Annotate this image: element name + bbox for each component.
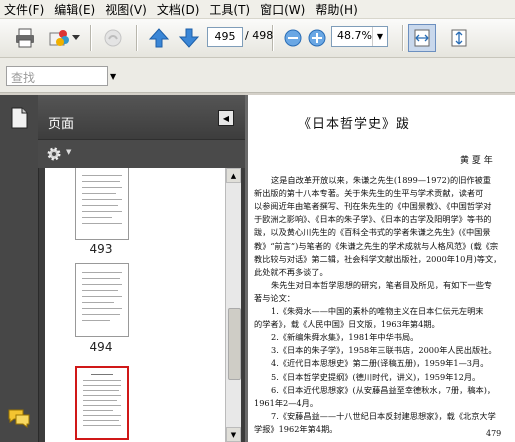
zoom-value: 48.7% [337, 29, 372, 42]
fit-page-icon [451, 29, 467, 47]
pages-panel-header: 页面 ◀ [38, 95, 245, 139]
find-input[interactable]: 查找 [6, 66, 108, 86]
share-icon [49, 30, 69, 46]
printer-icon [16, 28, 34, 48]
fit-width-button[interactable] [408, 24, 436, 52]
hand-icon [104, 29, 122, 47]
scroll-down-arrow[interactable]: ▼ [226, 427, 241, 442]
page-thumbnail-493[interactable] [75, 168, 129, 240]
arrow-up-icon [148, 28, 170, 48]
page-thumbnail-494[interactable] [75, 263, 129, 337]
zoom-select[interactable]: 48.7% ▼ [331, 26, 388, 47]
chevron-down-icon[interactable]: ▼ [66, 148, 71, 156]
next-page-button[interactable] [176, 25, 202, 51]
toolbar-separator [136, 25, 137, 51]
document-author: 黄 夏 年 [460, 156, 493, 166]
menu-help[interactable]: 帮助(H) [311, 1, 363, 18]
sign-button[interactable] [100, 25, 126, 51]
chevron-down-icon[interactable]: ▼ [110, 72, 116, 81]
scroll-up-arrow[interactable]: ▲ [226, 168, 241, 183]
thumbnail-list: 493 494 [45, 168, 225, 442]
find-placeholder: 查找 [11, 71, 36, 85]
scroll-thumb[interactable] [228, 308, 241, 380]
navigation-pane: 页面 ◀ ▼ 493 494 ▲ ▼ [0, 95, 245, 442]
zoom-in-button[interactable] [304, 25, 330, 51]
menu-document[interactable]: 文档(D) [153, 1, 206, 18]
menu-tools[interactable]: 工具(T) [205, 1, 256, 18]
find-toolbar: 查找 ▼ [0, 58, 515, 93]
document-title: 《日本哲学史》跋 [298, 117, 411, 132]
menu-window[interactable]: 窗口(W) [256, 1, 311, 18]
print-button[interactable] [12, 25, 38, 51]
document-page: 《日本哲学史》跋 黄 夏 年 这是自改革开放以来，朱谦之先生(1899—1972… [248, 95, 515, 442]
thumbnail-scrollbar[interactable]: ▲ ▼ [225, 168, 241, 442]
previous-page-button[interactable] [146, 25, 172, 51]
page-total: / 498 [245, 29, 274, 42]
thumbnail-label: 494 [89, 340, 113, 354]
page-thumbnail-495[interactable] [75, 366, 129, 440]
document-text-line: 学报》1962年第4期。 [254, 423, 338, 434]
chevron-down-icon[interactable]: ▼ [372, 27, 387, 46]
page-number-input[interactable]: 495 [207, 27, 243, 47]
comment-icon[interactable] [7, 408, 31, 428]
menu-bar: 文件(F) 编辑(E) 视图(V) 文档(D) 工具(T) 窗口(W) 帮助(H… [0, 0, 515, 19]
menu-file[interactable]: 文件(F) [0, 1, 50, 18]
panel-options-bar: ▼ [38, 139, 245, 168]
zoom-out-button[interactable] [280, 25, 306, 51]
navigation-icon-bar [0, 95, 39, 442]
chevron-down-icon [72, 35, 80, 40]
toolbar-separator [402, 25, 403, 51]
pages-icon[interactable] [9, 107, 29, 129]
menu-view[interactable]: 视图(V) [101, 1, 153, 18]
fit-page-button[interactable] [446, 25, 472, 51]
zoom-out-icon [284, 29, 302, 47]
thumbnail-label: 493 [89, 242, 113, 256]
chevron-left-icon: ◀ [222, 113, 230, 123]
collaborate-button[interactable] [46, 25, 72, 51]
collaborate-dropdown[interactable] [70, 25, 82, 51]
fit-width-icon [414, 29, 430, 47]
panel-title: 页面 [48, 117, 75, 132]
document-page-number: 479 [486, 429, 502, 438]
toolbar-separator [90, 25, 91, 51]
gear-icon[interactable] [46, 146, 62, 162]
zoom-in-icon [308, 29, 326, 47]
menu-edit[interactable]: 编辑(E) [50, 1, 101, 18]
arrow-down-icon [178, 28, 200, 48]
collapse-panel-button[interactable]: ◀ [218, 110, 234, 126]
